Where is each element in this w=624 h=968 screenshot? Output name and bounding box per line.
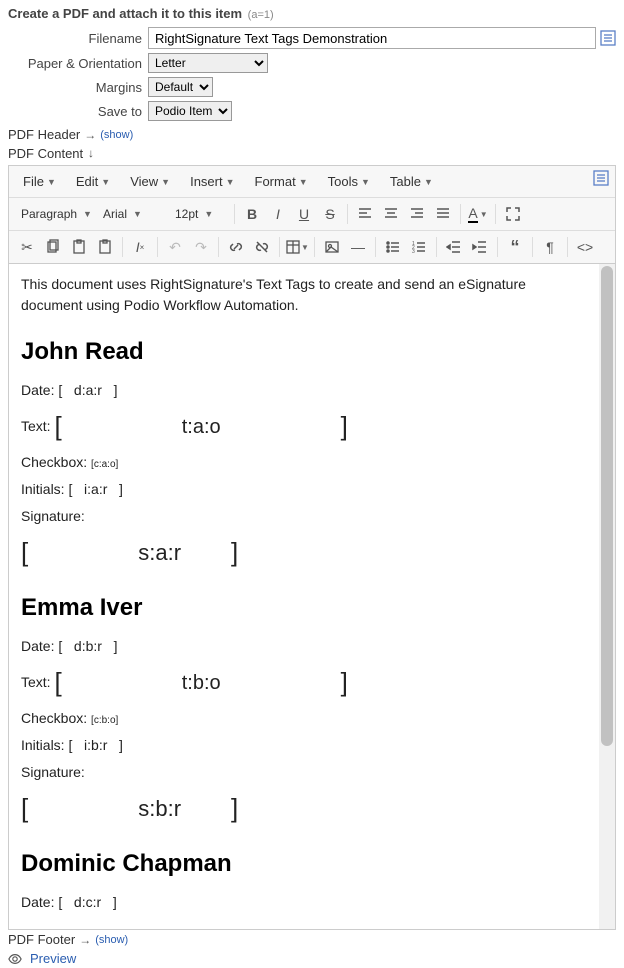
table-icon[interactable]: ▼ xyxy=(285,235,309,259)
field-options-icon[interactable] xyxy=(600,30,616,46)
tools-menu[interactable]: Tools▼ xyxy=(320,170,378,193)
eye-icon xyxy=(8,952,22,966)
format-toolbar: Paragraph▼ Arial▼ 12pt▼ B I U S A▼ xyxy=(9,198,615,231)
bullet-list-icon[interactable] xyxy=(381,235,405,259)
rich-text-editor: File▼ Edit▼ View▼ Insert▼ Format▼ Tools▼… xyxy=(8,165,616,930)
saveto-select[interactable]: Podio Item xyxy=(148,101,232,121)
undo-icon[interactable]: ↶ xyxy=(163,235,187,259)
hr-icon[interactable]: — xyxy=(346,235,370,259)
indent-icon[interactable] xyxy=(468,235,492,259)
scroll-thumb[interactable] xyxy=(601,266,613,746)
table-menu[interactable]: Table▼ xyxy=(382,170,441,193)
form-meta: (a=1) xyxy=(248,9,274,21)
unlink-icon[interactable] xyxy=(250,235,274,259)
copy-icon[interactable] xyxy=(41,235,65,259)
italic-icon[interactable]: I xyxy=(266,202,290,226)
arrow-down-icon: → xyxy=(86,148,100,160)
clear-format-icon[interactable]: I× xyxy=(128,235,152,259)
fullscreen-icon[interactable] xyxy=(501,202,525,226)
arrow-right-icon: → xyxy=(84,128,96,142)
code-icon[interactable]: <> xyxy=(573,235,597,259)
bold-icon[interactable]: B xyxy=(240,202,264,226)
pdf-footer-section: PDF Footer → (show) xyxy=(0,930,624,949)
view-menu[interactable]: View▼ xyxy=(122,170,178,193)
text-color-icon[interactable]: A▼ xyxy=(466,202,490,226)
margins-label: Margins xyxy=(8,80,148,95)
format-menu[interactable]: Format▼ xyxy=(247,170,316,193)
editor-options-icon[interactable] xyxy=(593,170,609,186)
editor-content[interactable]: This document uses RightSignature's Text… xyxy=(9,264,599,929)
paper-label: Paper & Orientation xyxy=(8,56,148,71)
edit-menu[interactable]: Edit▼ xyxy=(68,170,118,193)
signer-3-name: Dominic Chapman xyxy=(21,846,587,882)
preview-link[interactable]: Preview xyxy=(30,951,76,966)
redo-icon[interactable]: ↷ xyxy=(189,235,213,259)
outdent-icon[interactable] xyxy=(442,235,466,259)
pdf-header-section: PDF Header → (show) xyxy=(0,125,624,144)
pdf-content-section: PDF Content → xyxy=(0,144,624,163)
arrow-right-icon: → xyxy=(79,933,91,947)
menu-bar: File▼ Edit▼ View▼ Insert▼ Format▼ Tools▼… xyxy=(9,166,615,198)
extra-toolbar: ✂ I× ↶ ↷ ▼ — 123 “ ¶ <> xyxy=(9,231,615,264)
underline-icon[interactable]: U xyxy=(292,202,316,226)
signer-2-name: Emma Iver xyxy=(21,590,587,626)
align-justify-icon[interactable] xyxy=(431,202,455,226)
pilcrow-icon[interactable]: ¶ xyxy=(538,235,562,259)
fontsize-dropdown[interactable]: 12pt▼ xyxy=(169,205,229,223)
file-menu[interactable]: File▼ xyxy=(15,170,64,193)
align-left-icon[interactable] xyxy=(353,202,377,226)
font-dropdown[interactable]: Arial▼ xyxy=(97,205,167,223)
filename-input[interactable] xyxy=(148,27,596,49)
paste-text-icon[interactable] xyxy=(93,235,117,259)
signer-1-name: John Read xyxy=(21,334,587,370)
show-footer-link[interactable]: (show) xyxy=(95,934,128,946)
margins-select[interactable]: Default xyxy=(148,77,213,97)
paste-icon[interactable] xyxy=(67,235,91,259)
cut-icon[interactable]: ✂ xyxy=(15,235,39,259)
intro-text: This document uses RightSignature's Text… xyxy=(21,274,587,316)
blockquote-icon[interactable]: “ xyxy=(503,235,527,259)
image-icon[interactable] xyxy=(320,235,344,259)
insert-menu[interactable]: Insert▼ xyxy=(182,170,242,193)
form-title: Create a PDF and attach it to this item xyxy=(8,6,242,21)
strikethrough-icon[interactable]: S xyxy=(318,202,342,226)
number-list-icon[interactable]: 123 xyxy=(407,235,431,259)
paragraph-dropdown[interactable]: Paragraph▼ xyxy=(15,205,95,223)
form-header: Create a PDF and attach it to this item … xyxy=(0,0,624,23)
paper-select[interactable]: Letter xyxy=(148,53,268,73)
link-icon[interactable] xyxy=(224,235,248,259)
svg-text:3: 3 xyxy=(412,249,415,255)
scrollbar[interactable] xyxy=(599,264,615,929)
show-header-link[interactable]: (show) xyxy=(100,129,133,141)
align-center-icon[interactable] xyxy=(379,202,403,226)
filename-label: Filename xyxy=(8,31,148,46)
align-right-icon[interactable] xyxy=(405,202,429,226)
saveto-label: Save to xyxy=(8,104,148,119)
